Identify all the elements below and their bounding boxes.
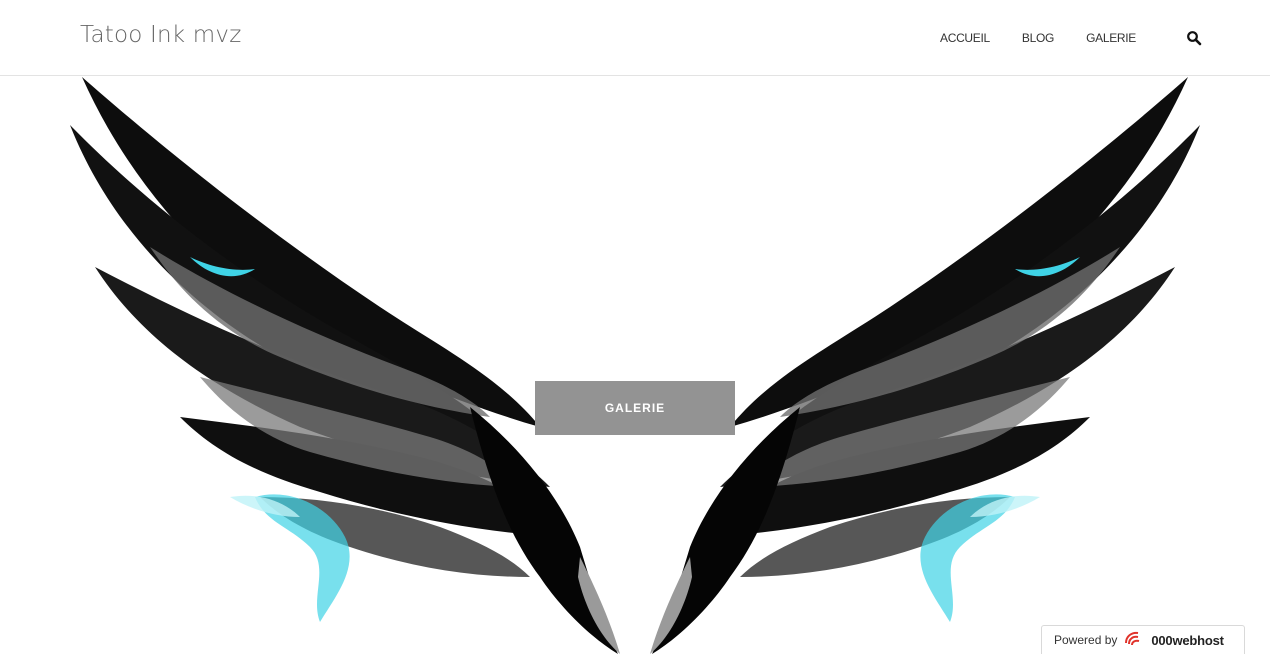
left-wing	[70, 77, 620, 654]
nav-item-blog[interactable]: BLOG	[1022, 31, 1054, 45]
galerie-button[interactable]: GALERIE	[535, 381, 735, 435]
site-title-link[interactable]: Tatoo Ink mvz	[80, 22, 242, 48]
wings-image	[70, 77, 1200, 654]
nav-item-galerie[interactable]: GALERIE	[1086, 31, 1136, 45]
000webhost-logo-icon	[1123, 629, 1145, 652]
host-name: 000webhost	[1151, 632, 1224, 648]
right-wing	[650, 77, 1200, 654]
site-header: Tatoo Ink mvz ACCUEIL BLOG GALERIE	[0, 0, 1270, 76]
powered-by-badge[interactable]: Powered by 000webhost	[1041, 625, 1245, 654]
nav-item-accueil[interactable]: ACCUEIL	[940, 31, 990, 45]
page: Tatoo Ink mvz ACCUEIL BLOG GALERIE GALER…	[0, 0, 1270, 654]
search-icon[interactable]	[1186, 30, 1202, 46]
hero-section	[0, 77, 1270, 654]
main-nav: ACCUEIL BLOG GALERIE	[940, 31, 1136, 45]
powered-by-label: Powered by	[1054, 633, 1118, 647]
